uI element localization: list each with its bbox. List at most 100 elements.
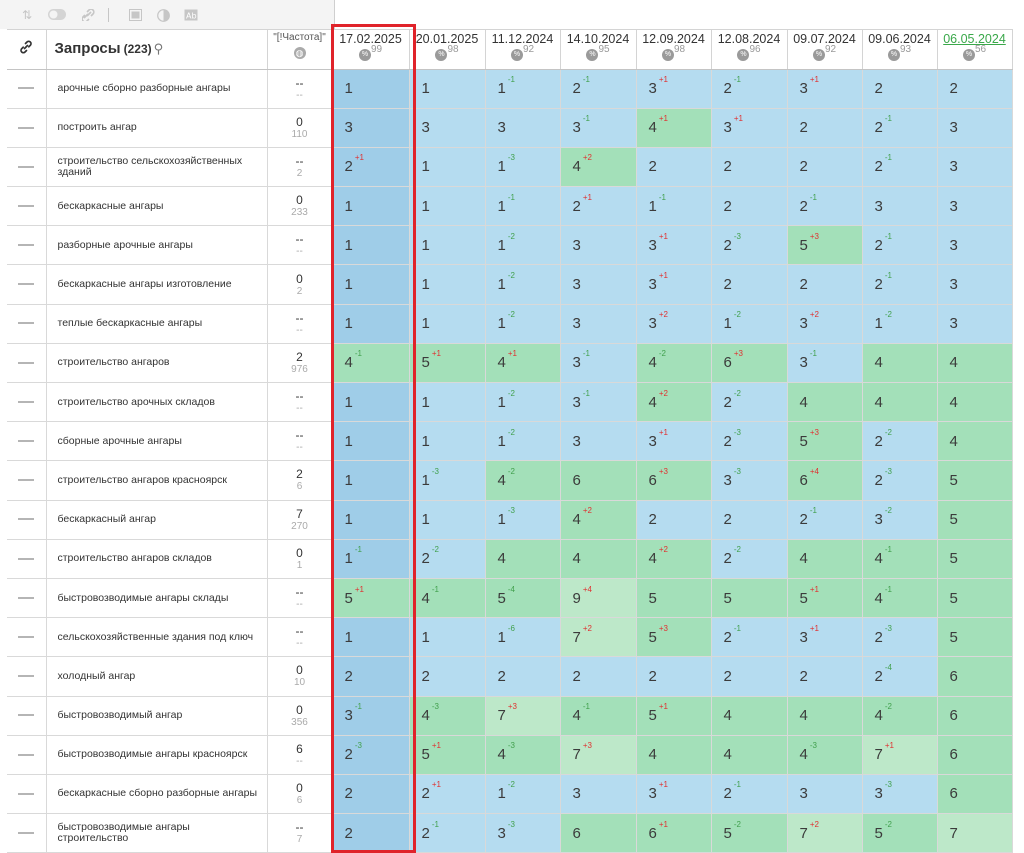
position-cell[interactable]: 4-1 <box>332 343 410 384</box>
position-cell[interactable]: 1 <box>332 225 410 266</box>
position-cell[interactable]: 3 <box>560 225 637 266</box>
position-cell[interactable]: 3 <box>560 264 637 305</box>
position-cell[interactable]: 4 <box>711 696 788 736</box>
position-cell[interactable]: 1-2 <box>485 774 561 815</box>
position-cell[interactable]: 2-1 <box>711 69 788 109</box>
position-cell[interactable]: 3 <box>409 108 486 148</box>
table-row[interactable]: сельскохозяйственные здания под ключ -- --… <box>7 617 1013 658</box>
position-cell[interactable]: 5 <box>937 617 1013 658</box>
position-cell[interactable]: 2 <box>787 264 863 305</box>
frequency-column-header[interactable]: "[!Частота]" ◍ <box>267 30 333 70</box>
position-cell[interactable]: 4-3 <box>787 735 863 775</box>
table-row[interactable]: холодный ангар 0 10 2 2 2 2 2 2 2 2-4 6 <box>7 656 1013 697</box>
row-toggle[interactable] <box>7 735 47 775</box>
position-cell[interactable]: 5 <box>711 578 788 619</box>
position-cell[interactable]: 4-1 <box>409 578 486 619</box>
position-cell[interactable]: 3 <box>560 421 637 462</box>
position-cell[interactable]: 2+1 <box>409 774 486 815</box>
position-cell[interactable]: 5+3 <box>636 617 712 658</box>
position-cell[interactable]: 1 <box>332 617 410 658</box>
position-cell[interactable]: 4+1 <box>636 108 712 148</box>
position-cell[interactable]: 1 <box>409 382 486 423</box>
position-cell[interactable]: 3 <box>937 264 1013 305</box>
position-cell[interactable]: 1-2 <box>485 225 561 266</box>
position-cell[interactable]: 5+3 <box>787 421 863 462</box>
row-toggle[interactable] <box>7 500 47 540</box>
position-cell[interactable]: 2 <box>332 656 410 697</box>
position-cell[interactable]: 1 <box>409 421 486 462</box>
position-cell[interactable]: 5 <box>937 539 1013 579</box>
position-cell[interactable]: 2 <box>787 147 863 188</box>
position-cell[interactable]: 1 <box>332 264 410 305</box>
font-icon[interactable]: Ab <box>184 9 198 21</box>
position-cell[interactable]: 3+1 <box>787 69 863 109</box>
date-column-header[interactable]: 09.07.2024% 92 <box>787 30 863 70</box>
position-cell[interactable]: 3 <box>560 774 637 815</box>
position-cell[interactable]: 5-4 <box>485 578 561 619</box>
position-cell[interactable]: 5+1 <box>332 578 410 619</box>
table-row[interactable]: бескаркасные сборно разборные ангары 0 6 2 2… <box>7 774 1013 815</box>
position-cell[interactable]: 3-1 <box>560 108 637 148</box>
position-cell[interactable]: 5+1 <box>636 696 712 736</box>
position-cell[interactable]: 6+4 <box>787 460 863 501</box>
row-toggle[interactable] <box>7 813 47 853</box>
position-cell[interactable]: 4-3 <box>485 735 561 775</box>
position-cell[interactable]: 3+1 <box>711 108 788 148</box>
position-cell[interactable]: 6+1 <box>636 813 712 853</box>
position-cell[interactable]: 1 <box>409 186 486 227</box>
position-cell[interactable]: 1 <box>409 264 486 305</box>
row-toggle[interactable] <box>7 539 47 579</box>
position-cell[interactable]: 2-1 <box>409 813 486 853</box>
position-cell[interactable]: 2 <box>862 69 938 109</box>
position-cell[interactable]: 1 <box>332 186 410 227</box>
position-cell[interactable]: 2 <box>787 108 863 148</box>
position-cell[interactable]: 4 <box>485 539 561 579</box>
position-cell[interactable]: 1-1 <box>332 539 410 579</box>
position-cell[interactable]: 5 <box>937 578 1013 619</box>
position-cell[interactable]: 3 <box>862 186 938 227</box>
date-column-header[interactable]: 11.12.2024% 92 <box>485 30 561 70</box>
row-toggle[interactable] <box>7 774 47 815</box>
position-cell[interactable]: 7+1 <box>862 735 938 775</box>
position-cell[interactable]: 2-4 <box>862 656 938 697</box>
position-cell[interactable]: 6 <box>937 656 1013 697</box>
position-cell[interactable]: 6+3 <box>711 343 788 384</box>
position-cell[interactable]: 3 <box>787 774 863 815</box>
position-cell[interactable]: 3-3 <box>485 813 561 853</box>
table-row[interactable]: строительство ангаров 2 976 4-1 5+1 4+1 3-1 4-2… <box>7 343 1013 384</box>
position-cell[interactable]: 5-2 <box>862 813 938 853</box>
position-cell[interactable]: 9+4 <box>560 578 637 619</box>
table-row[interactable]: разборные арочные ангары -- -- 1 1 1-2 3 3+1 2-3… <box>7 225 1013 266</box>
table-row[interactable]: бескаркасные ангары изготовление 0 2 1 1 1-2 3… <box>7 264 1013 305</box>
position-cell[interactable]: 1-2 <box>711 304 788 344</box>
row-toggle[interactable] <box>7 108 47 148</box>
position-cell[interactable]: 1-3 <box>485 147 561 188</box>
date-column-header[interactable]: 17.02.2025% 99 <box>332 30 410 70</box>
position-cell[interactable]: 1-3 <box>485 500 561 540</box>
position-cell[interactable]: 3-3 <box>862 774 938 815</box>
position-cell[interactable]: 4-1 <box>560 696 637 736</box>
position-cell[interactable]: 3-1 <box>560 343 637 384</box>
position-cell[interactable]: 2 <box>711 147 788 188</box>
table-row[interactable]: быстровозводимые ангары склады -- -- 5+1 4-1… <box>7 578 1013 619</box>
position-cell[interactable]: 5+1 <box>787 578 863 619</box>
row-toggle[interactable] <box>7 69 47 109</box>
row-toggle[interactable] <box>7 617 47 658</box>
toggle-icon[interactable] <box>48 9 66 21</box>
position-cell[interactable]: 4+1 <box>485 343 561 384</box>
position-cell[interactable]: 7+2 <box>787 813 863 853</box>
table-row[interactable]: строительство ангаров складов 0 1 1-1 2-2 4 4 4… <box>7 539 1013 579</box>
date-column-header[interactable]: 06.05.2024% 56 <box>937 30 1013 70</box>
grid-icon[interactable] <box>128 9 142 21</box>
position-cell[interactable]: 3 <box>937 225 1013 266</box>
position-cell[interactable]: 1-6 <box>485 617 561 658</box>
position-cell[interactable]: 4 <box>937 421 1013 462</box>
row-toggle[interactable] <box>7 382 47 423</box>
position-cell[interactable]: 1 <box>332 69 410 109</box>
table-row[interactable]: быстровозводимые ангары красноярск 6 -- 2-3… <box>7 735 1013 775</box>
position-cell[interactable]: 2-1 <box>862 147 938 188</box>
position-cell[interactable]: 3 <box>332 108 410 148</box>
position-cell[interactable]: 5 <box>636 578 712 619</box>
date-column-header[interactable]: 12.08.2024% 96 <box>711 30 788 70</box>
position-cell[interactable]: 3-1 <box>560 382 637 423</box>
